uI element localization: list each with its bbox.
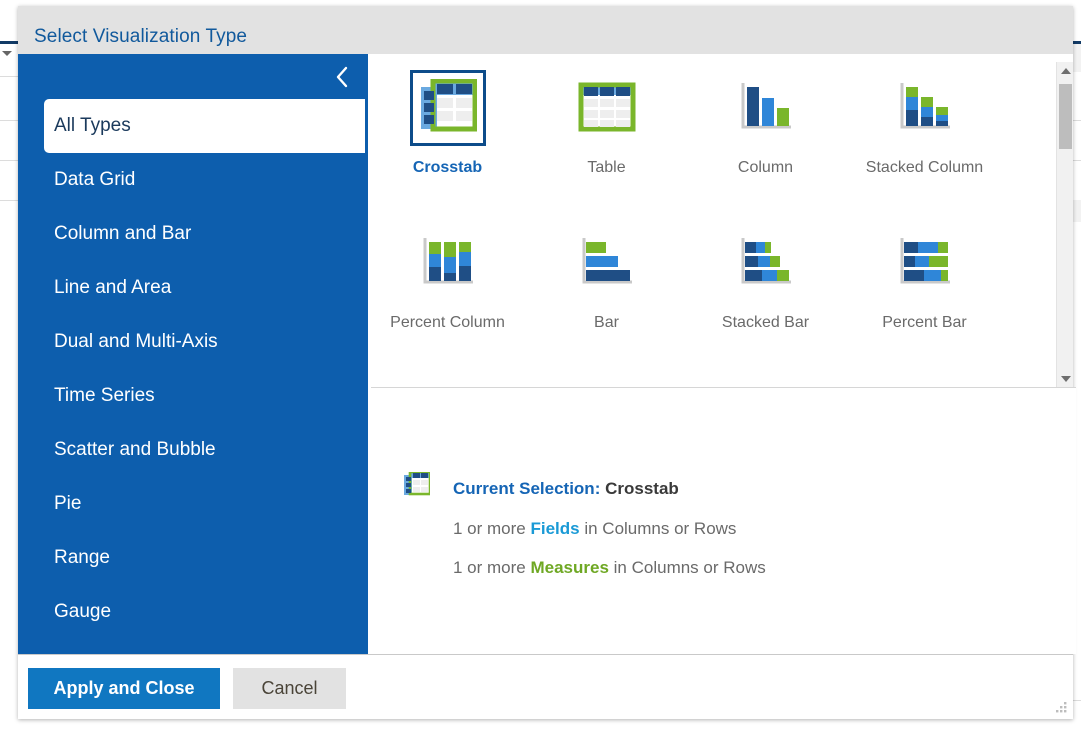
viz-type-label: Bar <box>594 314 619 332</box>
requirement-prefix: 1 or more <box>453 558 530 577</box>
sidebar-item-all-types[interactable]: All Types <box>44 99 365 153</box>
viz-type-percent-column[interactable]: Percent Column <box>368 223 527 378</box>
crosstab-icon <box>404 472 430 503</box>
sidebar-item-dual-and-multi-axis[interactable]: Dual and Multi-Axis <box>18 315 365 369</box>
current-selection-panel: Current Selection: Crosstab 1 or more Fi… <box>371 388 1076 654</box>
sidebar-item-label: Line and Area <box>54 277 171 299</box>
viz-type-table[interactable]: Table <box>527 68 686 223</box>
sidebar-item-pie[interactable]: Pie <box>18 477 365 531</box>
viz-type-label: Crosstab <box>413 159 482 177</box>
viz-type-label: Column <box>738 159 793 177</box>
column-chart-icon <box>728 70 804 146</box>
sidebar-item-time-series[interactable]: Time Series <box>18 369 365 423</box>
current-selection-text: Current Selection: Crosstab <box>453 479 679 499</box>
table-icon <box>569 70 645 146</box>
resize-grip-icon[interactable] <box>1054 701 1068 715</box>
visualization-gallery: Crosstab Table Column <box>368 54 1073 387</box>
chevron-left-icon <box>333 63 351 91</box>
viz-type-label: Stacked Column <box>866 159 983 177</box>
gallery-scrollbar[interactable] <box>1056 62 1073 387</box>
triangle-down-icon <box>1061 376 1071 382</box>
viz-type-label: Stacked Bar <box>722 314 809 332</box>
sidebar-item-label: All Types <box>54 115 131 137</box>
sidebar-item-label: Pie <box>54 493 81 515</box>
viz-type-label: Percent Column <box>390 314 505 332</box>
percent-column-icon <box>410 225 486 301</box>
requirement-row: 1 or more Fields in Columns or Rows <box>453 519 736 539</box>
sidebar-item-label: Column and Bar <box>54 223 191 245</box>
sidebar-item-column-and-bar[interactable]: Column and Bar <box>18 207 365 261</box>
viz-type-bar[interactable]: Bar <box>527 223 686 378</box>
sidebar-item-label: Dual and Multi-Axis <box>54 331 218 353</box>
scrollbar-thumb[interactable] <box>1059 84 1072 149</box>
chevron-down-icon <box>2 51 12 56</box>
cancel-button[interactable]: Cancel <box>233 668 346 709</box>
bar-chart-icon <box>569 225 645 301</box>
stacked-column-icon <box>887 70 963 146</box>
viz-type-label: Percent Bar <box>882 314 966 332</box>
collapse-sidebar-button[interactable] <box>319 54 365 99</box>
sidebar-header <box>18 54 365 99</box>
visualization-grid: Crosstab Table Column <box>368 54 1040 378</box>
viz-type-stacked-column[interactable]: Stacked Column <box>845 68 1004 223</box>
sidebar-item-label: Data Grid <box>54 169 135 191</box>
scroll-up-button[interactable] <box>1057 62 1073 79</box>
viz-type-label: Table <box>587 159 625 177</box>
crosstab-icon <box>410 70 486 146</box>
requirement-token-fields: Fields <box>530 519 579 538</box>
percent-bar-icon <box>887 225 963 301</box>
requirement-suffix: in Columns or Rows <box>580 519 737 538</box>
sidebar-item-label: Gauge <box>54 601 111 623</box>
dialog-footer: Apply and Close Cancel <box>18 654 1073 719</box>
triangle-up-icon <box>1061 68 1071 74</box>
requirement-row: 1 or more Measures in Columns or Rows <box>453 558 766 578</box>
dialog-titlebar: Select Visualization Type <box>18 6 1073 54</box>
requirement-token-measures: Measures <box>530 558 608 577</box>
dialog-title: Select Visualization Type <box>34 26 247 48</box>
requirement-prefix: 1 or more <box>453 519 530 538</box>
sidebar-item-label: Time Series <box>54 385 155 407</box>
viz-type-stacked-bar[interactable]: Stacked Bar <box>686 223 845 378</box>
visualization-content-area: Crosstab Table Column <box>365 54 1073 654</box>
sidebar-item-label: Range <box>54 547 110 569</box>
sidebar-item-range[interactable]: Range <box>18 531 365 585</box>
sidebar-item-line-and-area[interactable]: Line and Area <box>18 261 365 315</box>
select-visualization-type-dialog: Select Visualization Type All Types Data … <box>18 6 1073 719</box>
requirement-suffix: in Columns or Rows <box>609 558 766 577</box>
viz-type-percent-bar[interactable]: Percent Bar <box>845 223 1004 378</box>
sidebar-item-list: All Types Data Grid Column and Bar Line and… <box>18 99 365 639</box>
dialog-body: All Types Data Grid Column and Bar Line and… <box>18 54 1073 654</box>
viz-type-crosstab[interactable]: Crosstab <box>368 68 527 223</box>
scroll-down-button[interactable] <box>1057 370 1073 387</box>
sidebar-item-gauge[interactable]: Gauge <box>18 585 365 639</box>
apply-and-close-button[interactable]: Apply and Close <box>28 668 220 709</box>
stacked-bar-icon <box>728 225 804 301</box>
category-sidebar: All Types Data Grid Column and Bar Line and… <box>18 54 365 654</box>
current-selection-value: Crosstab <box>605 479 679 498</box>
sidebar-item-label: Scatter and Bubble <box>54 439 216 461</box>
current-selection-label: Current Selection: <box>453 479 600 498</box>
sidebar-item-data-grid[interactable]: Data Grid <box>18 153 365 207</box>
sidebar-item-scatter-and-bubble[interactable]: Scatter and Bubble <box>18 423 365 477</box>
viz-type-column[interactable]: Column <box>686 68 845 223</box>
